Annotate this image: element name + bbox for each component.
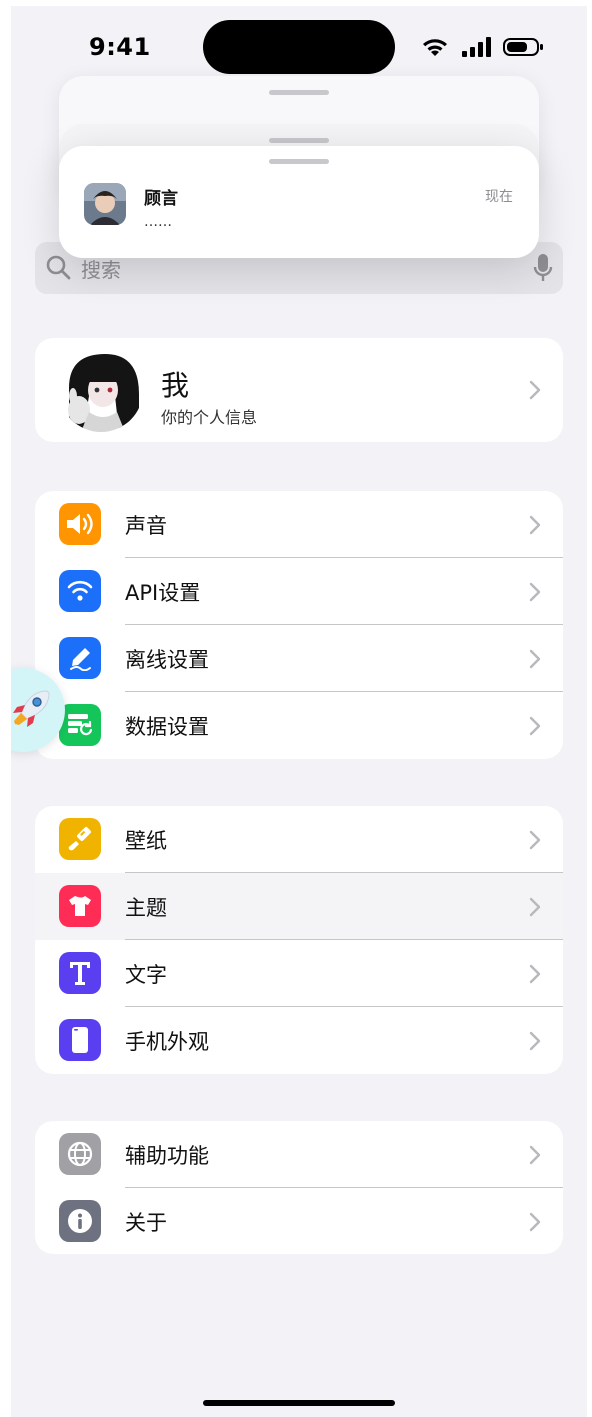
settings-row-wallpaper[interactable]: 壁纸 — [35, 806, 563, 873]
notification-avatar — [84, 183, 126, 225]
grabber-bar[interactable] — [269, 159, 329, 164]
grabber-bar — [269, 138, 329, 143]
notification-sender: 顾言 — [144, 189, 178, 209]
phone-icon — [59, 1019, 101, 1061]
chevron-right-icon — [529, 380, 541, 400]
brush-icon — [59, 818, 101, 860]
pen-icon — [59, 637, 101, 679]
settings-row-label: 辅助功能 — [125, 1144, 209, 1168]
notification-time: 现在 — [485, 189, 513, 205]
chevron-right-icon — [529, 1145, 541, 1165]
profile-avatar — [59, 348, 143, 432]
settings-row-label: 声音 — [125, 514, 167, 538]
rocket-icon — [13, 690, 50, 727]
settings-row-label: 离线设置 — [125, 648, 209, 672]
notification-card[interactable]: 顾言 现在 …… — [59, 146, 539, 258]
settings-row-sound[interactable]: 声音 — [35, 491, 563, 558]
chevron-right-icon — [529, 897, 541, 917]
settings-row-offline[interactable]: 离线设置 — [35, 625, 563, 692]
dynamic-island — [203, 20, 395, 74]
settings-row-label: 文字 — [125, 963, 167, 987]
wifi-icon — [59, 570, 101, 612]
settings-row-text[interactable]: 文字 — [35, 940, 563, 1007]
chevron-right-icon — [529, 716, 541, 736]
microphone-icon[interactable] — [533, 253, 553, 283]
chevron-right-icon — [529, 649, 541, 669]
search-placeholder: 搜索 — [81, 258, 121, 282]
settings-row-label: 数据设置 — [125, 715, 209, 739]
profile-row[interactable]: 我 你的个人信息 — [35, 338, 563, 442]
info-icon — [59, 1200, 101, 1242]
profile-name: 我 — [161, 369, 190, 402]
settings-group-1: 声音 API设置 离线设置 数据设置 — [35, 491, 563, 759]
settings-row-phone-appearance[interactable]: 手机外观 — [35, 1007, 563, 1074]
battery-icon — [503, 38, 543, 56]
notification-message: …… — [144, 214, 172, 230]
phone-screen: 9:41 搜索 顾言 现在 …… 我 你的个人信息 声音 API设置 离线设置 … — [11, 6, 587, 1417]
chevron-right-icon — [529, 830, 541, 850]
settings-row-label: 主题 — [125, 896, 167, 920]
text-icon — [59, 952, 101, 994]
chevron-right-icon — [529, 515, 541, 535]
chevron-right-icon — [529, 964, 541, 984]
settings-group-3: 辅助功能 关于 — [35, 1121, 563, 1254]
home-indicator[interactable] — [203, 1400, 395, 1406]
settings-group-2: 壁纸 主题 文字 手机外观 — [35, 806, 563, 1074]
settings-row-accessibility[interactable]: 辅助功能 — [35, 1121, 563, 1188]
settings-row-label: API设置 — [125, 581, 201, 605]
chevron-right-icon — [529, 582, 541, 602]
shirt-icon — [59, 885, 101, 927]
search-icon — [46, 255, 71, 280]
speaker-icon — [59, 503, 101, 545]
profile-subtitle: 你的个人信息 — [161, 408, 258, 427]
settings-row-data[interactable]: 数据设置 — [35, 692, 563, 759]
status-time: 9:41 — [89, 33, 151, 61]
chevron-right-icon — [529, 1031, 541, 1051]
wifi-signal-icon — [423, 39, 447, 56]
settings-row-theme[interactable]: 主题 — [35, 873, 563, 940]
settings-row-about[interactable]: 关于 — [35, 1188, 563, 1254]
database-refresh-icon — [59, 704, 101, 746]
globe-icon — [59, 1133, 101, 1175]
chevron-right-icon — [529, 1212, 541, 1232]
settings-row-label: 手机外观 — [125, 1030, 209, 1054]
cellular-signal-icon — [462, 37, 491, 57]
settings-row-label: 关于 — [125, 1211, 167, 1235]
grabber-bar — [269, 90, 329, 95]
settings-row-label: 壁纸 — [125, 829, 167, 853]
settings-row-api[interactable]: API设置 — [35, 558, 563, 625]
